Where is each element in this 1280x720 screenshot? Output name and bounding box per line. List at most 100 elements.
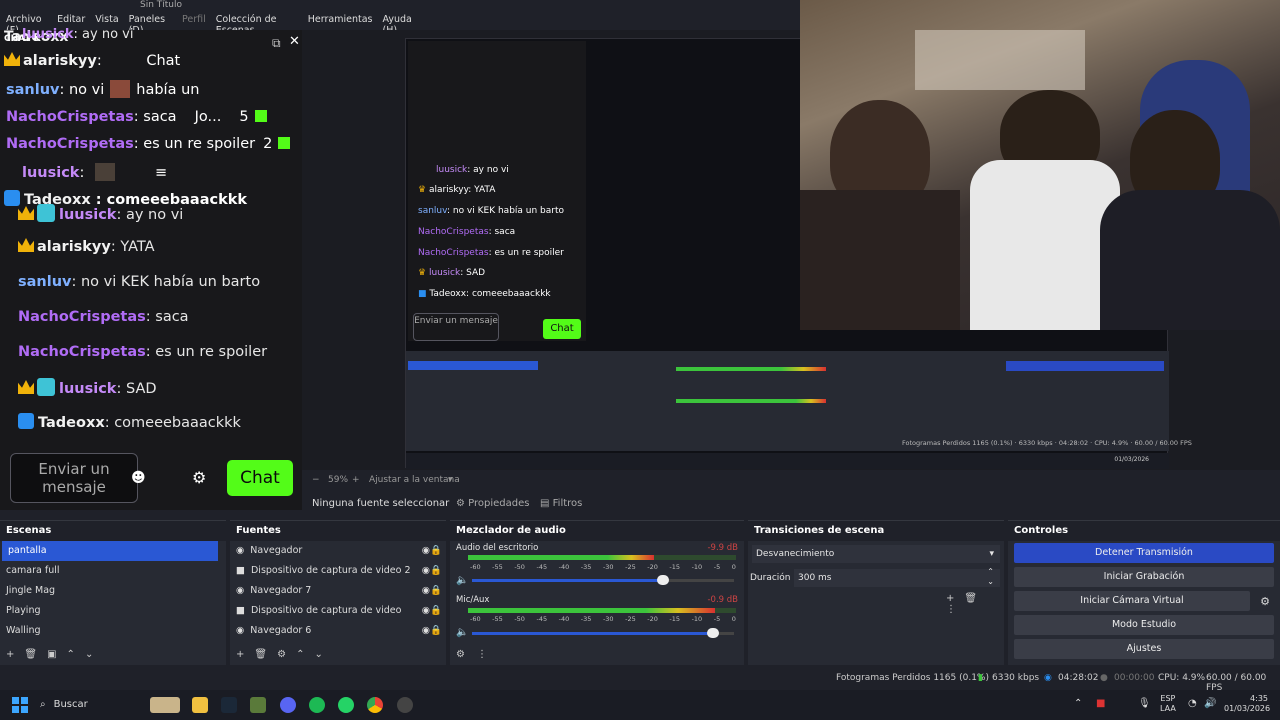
up-icon[interactable]: ⌃ <box>296 649 314 660</box>
chevron-up-icon[interactable]: ⌃ <box>1074 698 1082 709</box>
speaker-icon[interactable]: 🔈 <box>456 627 468 638</box>
down-icon[interactable]: ⌄ <box>314 649 332 660</box>
chat-send-button[interactable]: Chat <box>227 460 293 496</box>
file-explorer-icon[interactable] <box>192 697 208 713</box>
volume-slider[interactable] <box>657 575 669 585</box>
ghost-user: luusick <box>22 27 74 42</box>
lock-icon[interactable]: 🔒 <box>430 581 442 601</box>
chrome-icon[interactable] <box>367 697 383 713</box>
plus-icon[interactable]: + <box>352 475 360 485</box>
tray-app-icon[interactable]: ■ <box>1096 698 1105 709</box>
chat-text: es un re spoiler <box>155 344 268 360</box>
eye-icon[interactable]: ◉ <box>422 621 430 641</box>
emote-icon <box>94 163 115 181</box>
chevron-down-icon[interactable]: ▾ <box>448 475 453 485</box>
channel-db: -0.9 dB <box>707 595 738 605</box>
eye-icon[interactable]: ◉ <box>422 601 430 621</box>
source-item[interactable]: ◉ Navegador 7 ◉ 🔒 <box>230 581 446 601</box>
add-icon[interactable]: + <box>6 649 24 660</box>
discord-icon[interactable] <box>280 697 296 713</box>
obs-icon[interactable] <box>397 697 413 713</box>
chat-text: SAD <box>125 381 157 397</box>
chat-message: luusick: SAD <box>18 378 157 397</box>
eye-icon[interactable]: ◉ <box>422 541 430 561</box>
minecraft-icon[interactable] <box>250 697 266 713</box>
chat-user[interactable]: NachoCrispetas <box>18 309 146 325</box>
eye-icon[interactable]: ◉ <box>422 581 430 601</box>
volume-icon[interactable]: 🔊 <box>1204 698 1216 709</box>
crown-icon <box>18 206 34 220</box>
start-virtual-camera-button[interactable]: Iniciar Cámara Virtual <box>1014 591 1250 611</box>
filters-button[interactable]: ▤ Filtros <box>540 498 582 509</box>
whatsapp-icon[interactable] <box>338 697 354 713</box>
widget-icon[interactable] <box>150 697 180 713</box>
speaker-icon[interactable]: 🔈 <box>456 575 468 586</box>
add-icon[interactable]: + <box>236 649 254 660</box>
transition-select[interactable]: Desvanecimiento ▾ <box>752 545 1000 563</box>
settings-button[interactable]: Ajustes <box>1014 639 1274 659</box>
scene-item[interactable]: pantalla <box>2 541 218 561</box>
crown-icon <box>4 52 20 66</box>
meter-scale: -60 -55 -50 -45 -40 -35 -30 -25 -20 -15 -10 -5 0 <box>470 563 736 571</box>
gear-icon[interactable]: ⚙ <box>277 649 296 660</box>
clock[interactable]: 4:35 01/03/2026 <box>1224 694 1270 714</box>
trash-icon[interactable]: 🗑 <box>254 649 277 660</box>
source-item[interactable]: ◉ Navegador ◉ 🔒 <box>230 541 446 561</box>
source-item[interactable]: ■ Dispositivo de captura de video 2 ◉ 🔒 <box>230 561 446 581</box>
scene-item[interactable]: Walling <box>0 621 226 641</box>
close-icon[interactable]: ✕ <box>289 34 300 49</box>
scene-item[interactable]: Jingle Mag <box>0 581 226 601</box>
lock-icon[interactable]: 🔒 <box>430 621 442 641</box>
browser-icon: ◉ <box>236 585 245 596</box>
add-icon[interactable]: + <box>946 593 964 604</box>
trash-icon[interactable]: 🗑 <box>24 649 47 660</box>
duration-input[interactable]: 300 ms ⌃ ⌄ <box>794 567 1000 587</box>
chat-input[interactable]: Enviar un mensaje <box>10 453 138 503</box>
emoji-icon[interactable]: ☻ <box>131 470 147 486</box>
properties-button[interactable]: ⚙ Propiedades <box>456 498 529 509</box>
fit-window-label[interactable]: Ajustar a la ventana <box>369 475 460 485</box>
start-recording-button[interactable]: Iniciar Grabación <box>1014 567 1274 587</box>
lock-icon[interactable]: 🔒 <box>430 561 442 581</box>
trash-icon[interactable]: 🗑 <box>964 593 987 604</box>
gear-icon[interactable]: ⚙ <box>192 468 206 487</box>
spin-icon[interactable]: ⌃ ⌄ <box>987 567 994 587</box>
gear-icon[interactable]: ⚙ <box>456 649 477 660</box>
minus-icon[interactable]: − <box>312 475 320 485</box>
chat-user[interactable]: sanluv <box>18 274 71 290</box>
gear-icon[interactable]: ⚙ <box>1260 595 1270 608</box>
more-icon[interactable]: ⋮ <box>477 649 499 660</box>
lock-icon[interactable]: 🔒 <box>430 601 442 621</box>
scene-item[interactable]: Playing <box>0 601 226 621</box>
source-item[interactable]: ■ Dispositivo de captura de video ◉ 🔒 <box>230 601 446 621</box>
more-icon[interactable]: ⋮ <box>946 604 966 615</box>
spotify-icon[interactable] <box>309 697 325 713</box>
down-icon[interactable]: ⌄ <box>85 649 103 660</box>
scene-item[interactable]: camara full <box>0 561 226 581</box>
chat-user[interactable]: NachoCrispetas <box>18 344 146 360</box>
source-item[interactable]: ◉ Navegador 6 ◉ 🔒 <box>230 621 446 641</box>
windows-start-icon[interactable] <box>12 697 28 713</box>
steam-icon[interactable] <box>221 697 237 713</box>
chat-user[interactable]: alariskyy <box>37 239 111 255</box>
zoom-level[interactable]: 59% <box>328 475 348 485</box>
eye-icon[interactable]: ◉ <box>422 561 430 581</box>
up-icon[interactable]: ⌃ <box>67 649 85 660</box>
network-icon[interactable]: ◔ <box>1188 698 1197 709</box>
volume-slider[interactable] <box>707 628 719 638</box>
chat-user[interactable]: luusick <box>59 381 116 397</box>
chat-user[interactable]: luusick <box>59 207 116 223</box>
chevron-down-icon: ▾ <box>989 549 994 559</box>
popout-icon[interactable]: ⧉ <box>272 36 281 51</box>
studio-mode-button[interactable]: Modo Estudio <box>1014 615 1274 635</box>
language-indicator[interactable]: ESP LAA <box>1160 694 1176 714</box>
lock-icon[interactable]: 🔒 <box>430 541 442 561</box>
crown-icon <box>18 238 34 252</box>
filter-icon[interactable]: ▣ <box>47 649 66 660</box>
transitions-dock: Transiciones de escena Desvanecimiento ▾ … <box>748 520 1004 665</box>
menu-lines-icon: ≡ <box>154 165 168 181</box>
nested-chat: luusick: ay no vi ♛ alariskyy: YATA sanl… <box>408 41 586 341</box>
mic-icon[interactable]: 🎙 <box>1138 698 1151 709</box>
chat-user[interactable]: Tadeoxx <box>38 415 105 431</box>
stop-streaming-button[interactable]: Detener Transmisión <box>1014 543 1274 563</box>
